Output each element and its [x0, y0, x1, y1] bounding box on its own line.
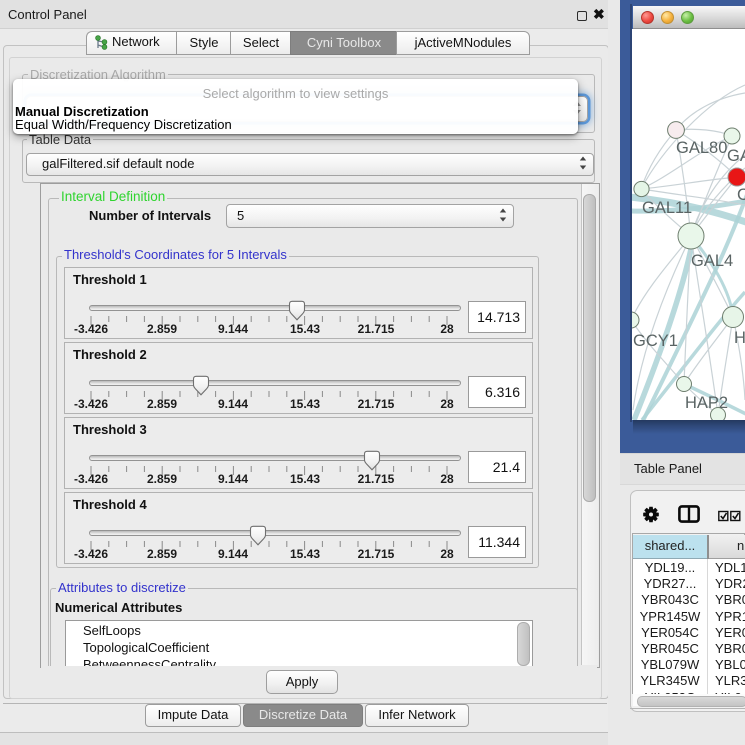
svg-text:GAL11: GAL11	[642, 199, 692, 217]
svg-text:GA: GA	[727, 147, 745, 165]
svg-text:GAL4: GAL4	[691, 252, 733, 270]
svg-text:GAL80: GAL80	[676, 139, 727, 157]
svg-text:H: H	[734, 329, 745, 347]
svg-text:HAP2: HAP2	[685, 394, 728, 412]
svg-text:GCY1: GCY1	[633, 332, 678, 350]
svg-text:C: C	[737, 186, 745, 204]
